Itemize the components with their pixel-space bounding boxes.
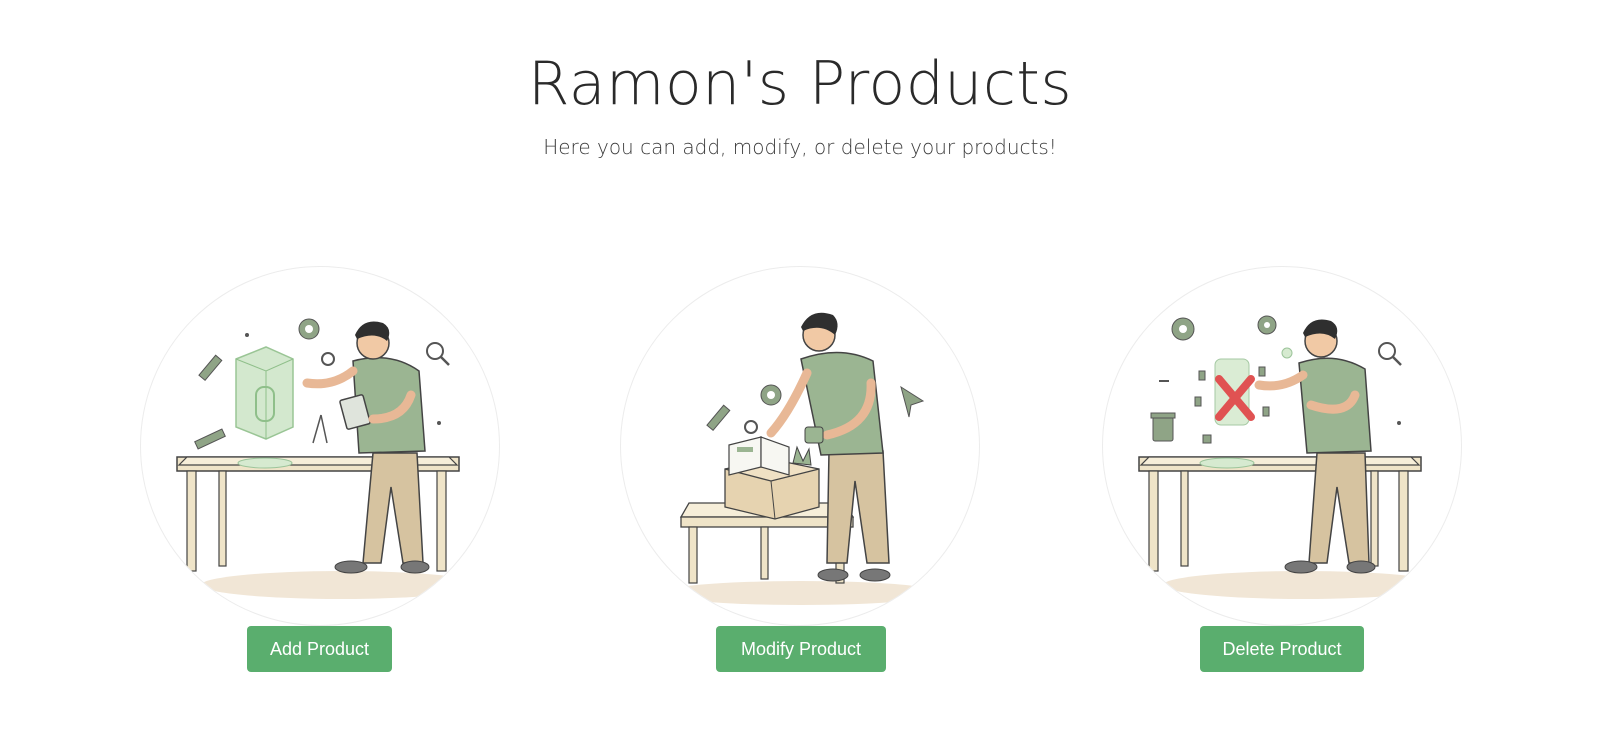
- modify-product-button[interactable]: Modify Product: [716, 626, 886, 672]
- modify-product-illustration: [620, 266, 980, 626]
- modify-product-card: Modify Product: [620, 266, 980, 676]
- add-product-card: Add Product: [140, 266, 500, 676]
- delete-product-button[interactable]: Delete Product: [1200, 626, 1364, 672]
- page-title: Ramon's Products: [527, 49, 1073, 119]
- delete-product-illustration: [1102, 266, 1462, 626]
- add-product-button[interactable]: Add Product: [247, 626, 392, 672]
- page-header: Ramon's Products Here you can add, modif…: [0, 48, 1600, 160]
- add-product-illustration: [140, 266, 500, 626]
- page-subtitle: Here you can add, modify, or delete your…: [543, 135, 1057, 159]
- delete-product-card: Delete Product: [1102, 266, 1462, 676]
